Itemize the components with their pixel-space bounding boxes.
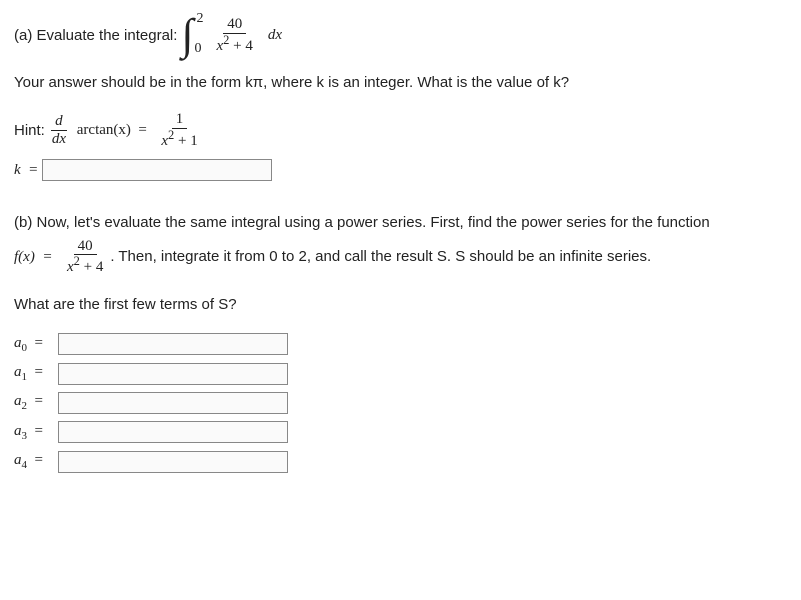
- integrand-denominator: x2 + 4: [213, 34, 257, 55]
- integral-sign: ∫ 2 0: [181, 17, 193, 52]
- dx: dx: [268, 25, 282, 46]
- integral-upper: 2: [197, 13, 204, 24]
- hint-arctan: arctan(x) =: [73, 120, 154, 141]
- term-row: a2 =: [14, 391, 787, 414]
- answer-form-line: Your answer should be in the form kπ, wh…: [14, 72, 787, 93]
- term-row: a4 =: [14, 450, 787, 473]
- term-row: a1 =: [14, 362, 787, 385]
- term-input-a1[interactable]: [58, 363, 288, 385]
- term-label: a1 =: [14, 362, 58, 385]
- terms-list: a0 = a1 = a2 = a3 = a4 =: [14, 333, 787, 474]
- hint-label: Hint:: [14, 120, 45, 141]
- term-label: a3 =: [14, 421, 58, 444]
- k-input[interactable]: [42, 159, 272, 181]
- term-row: a0 =: [14, 333, 787, 356]
- part-a: (a) Evaluate the integral: ∫ 2 0 40 x2 +…: [14, 16, 787, 54]
- term-input-a0[interactable]: [58, 333, 288, 355]
- term-label: a2 =: [14, 391, 58, 414]
- hint-and-k: Hint: d dx arctan(x) = 1 x2 + 1 k =: [14, 111, 787, 181]
- hint-derivative: d dx: [48, 113, 70, 147]
- term-input-a2[interactable]: [58, 392, 288, 414]
- integrand-numerator: 40: [223, 16, 246, 34]
- part-b-text2: . Then, integrate it from 0 to 2, and ca…: [110, 247, 651, 264]
- hint-rhs-fraction: 1 x2 + 1: [157, 111, 201, 149]
- integral-lower: 0: [195, 43, 202, 54]
- term-input-a4[interactable]: [58, 451, 288, 473]
- fx-label: f(x) =: [14, 248, 60, 264]
- term-label: a4 =: [14, 450, 58, 473]
- integral-expression: ∫ 2 0: [181, 17, 195, 52]
- part-b-text: (b) Now, let's evaluate the same integra…: [14, 209, 787, 276]
- part-a-prompt: (a) Evaluate the integral:: [14, 25, 177, 46]
- term-label: a0 =: [14, 333, 58, 356]
- term-input-a3[interactable]: [58, 421, 288, 443]
- k-label: k =: [14, 160, 42, 181]
- k-row: k =: [14, 159, 787, 181]
- term-row: a3 =: [14, 421, 787, 444]
- hint-row: Hint: d dx arctan(x) = 1 x2 + 1: [14, 111, 787, 149]
- fx-fraction: 40 x2 + 4: [63, 238, 107, 276]
- part-a-prompt-row: (a) Evaluate the integral: ∫ 2 0 40 x2 +…: [14, 16, 787, 54]
- part-b-question: What are the first few terms of S?: [14, 294, 787, 315]
- integrand-fraction: 40 x2 + 4: [213, 16, 257, 54]
- part-b-text1: (b) Now, let's evaluate the same integra…: [14, 214, 710, 231]
